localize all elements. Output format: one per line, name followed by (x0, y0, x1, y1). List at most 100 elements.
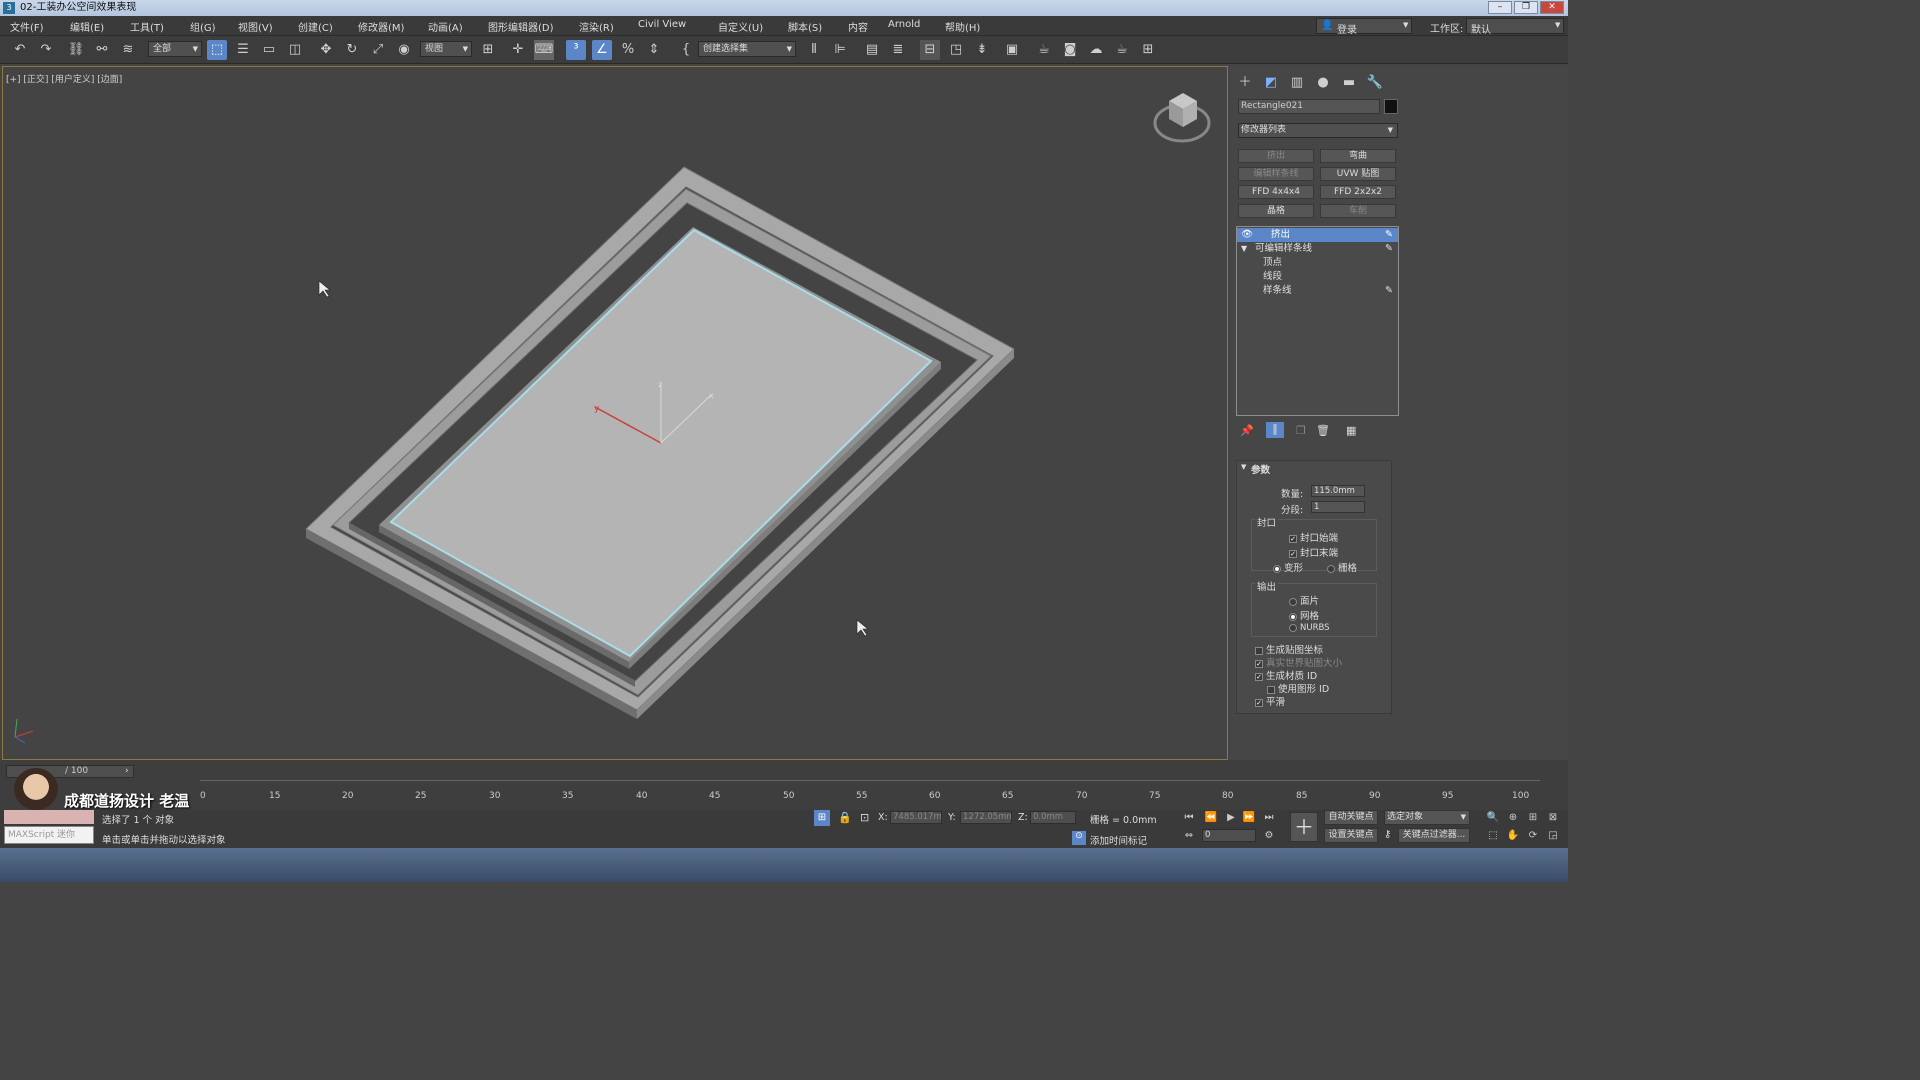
render-setup-icon[interactable]: ▣ (1002, 40, 1022, 60)
field-of-view-icon[interactable]: ⬚ (1486, 829, 1500, 843)
menu-customize[interactable]: 自定义(U) (718, 19, 763, 34)
render-iterative-icon[interactable]: ☁ (1086, 40, 1106, 60)
menu-edit[interactable]: 编辑(E) (70, 19, 104, 34)
align-icon[interactable]: ⊫ (830, 40, 850, 60)
remove-modifier-icon[interactable]: 🗑 (1316, 424, 1330, 437)
hierarchy-tab-icon[interactable]: ▥ (1288, 74, 1306, 92)
viewport-label[interactable]: [+] [正交] [用户定义] [边面] (6, 72, 122, 85)
mesh-radio[interactable]: 网格 (1289, 608, 1319, 622)
bind-spacewarp-icon[interactable]: ≋ (118, 40, 138, 60)
add-time-tag[interactable]: 添加时间标记 (1090, 833, 1147, 847)
collapse-icon[interactable]: ▼ (1241, 463, 1246, 471)
smooth-checkbox[interactable]: ✓ 平滑 (1255, 694, 1285, 708)
modify-tab-icon[interactable]: ◩ (1262, 74, 1280, 92)
ffd-444-button[interactable]: FFD 4x4x4 (1238, 185, 1314, 199)
menu-rendering[interactable]: 渲染(R) (579, 19, 614, 34)
pin-stack-icon[interactable]: 📌 (1240, 424, 1254, 437)
auto-key-button[interactable]: 自动关键点 (1324, 810, 1378, 825)
perspective-viewport[interactable]: y z x (2, 66, 1228, 760)
lattice-button[interactable]: 晶格 (1238, 204, 1314, 218)
schematic-view-icon[interactable]: ◳ (946, 40, 966, 60)
spinner-snap-icon[interactable]: ⇕ (644, 40, 664, 60)
menu-scripting[interactable]: 脚本(S) (788, 19, 822, 34)
cap-start-checkbox[interactable]: ✓ 封口始端 (1289, 530, 1338, 544)
key-mode-icon[interactable]: ⇔ (1182, 829, 1196, 843)
cap-end-checkbox[interactable]: ✓ 封口末端 (1289, 545, 1338, 559)
stack-item-editable-spline[interactable]: ▼ 可编辑样条线 ✎ (1237, 242, 1398, 256)
curve-editor-icon[interactable]: ⊟ (920, 40, 940, 60)
extrude-button[interactable]: 挤出 (1238, 149, 1314, 163)
goto-start-icon[interactable]: ⏮ (1182, 811, 1196, 825)
menu-modifiers[interactable]: 修改器(M) (358, 19, 404, 34)
rect-selection-icon[interactable]: ▭ (259, 40, 279, 60)
x-coord-field[interactable]: 7485.017m (890, 811, 942, 824)
amount-spinner[interactable]: 115.0mm (1311, 485, 1365, 497)
menu-view[interactable]: 视图(V) (238, 19, 273, 34)
script-listener-pink[interactable] (4, 810, 94, 824)
grid-radio[interactable]: 栅格 (1327, 560, 1357, 574)
menu-animation[interactable]: 动画(A) (428, 19, 463, 34)
absolute-mode-icon[interactable]: ⊡ (860, 811, 869, 824)
next-frame-play-icon[interactable]: ⏩ (1242, 811, 1256, 825)
modifier-list-dropdown[interactable]: 修改器列表 ▼ (1238, 123, 1398, 138)
utilities-tab-icon[interactable]: 🔧 (1366, 74, 1384, 92)
angle-snap-icon[interactable]: ∠ (592, 40, 612, 60)
pivot-center-icon[interactable]: ⊞ (478, 40, 498, 60)
ref-coord-dropdown[interactable]: 视图 ▼ (420, 41, 472, 57)
ribbon-icon[interactable]: ≣ (888, 40, 908, 60)
expand-icon[interactable]: ▼ (1241, 242, 1247, 256)
zoom-icon[interactable]: 🔍 (1486, 811, 1500, 825)
isolate-selection-icon[interactable]: ⊞ (814, 810, 830, 826)
show-end-result-icon[interactable]: ‖ (1266, 422, 1284, 438)
stack-item-spline[interactable]: 样条线 ✎ (1237, 284, 1398, 298)
place-icon[interactable]: ◉ (394, 40, 414, 60)
select-object-icon[interactable]: ⬚ (207, 40, 227, 60)
eye-icon[interactable]: 👁 (1241, 228, 1253, 242)
next-frame-icon[interactable]: › (125, 766, 129, 776)
percent-snap-icon[interactable]: % (618, 40, 638, 60)
goto-end-icon[interactable]: ⏭ (1262, 811, 1276, 825)
named-selection-dropdown[interactable]: 创建选择集 ▼ (698, 41, 796, 57)
orbit-icon[interactable]: ⟳ (1526, 829, 1540, 843)
time-config-icon[interactable]: ⚙ (1262, 829, 1276, 843)
scale-icon[interactable]: ⤢ (368, 40, 388, 60)
menu-file[interactable]: 文件(F) (10, 19, 44, 34)
current-frame-field[interactable]: 0 (1202, 829, 1256, 842)
render-production-icon[interactable]: ◙ (1060, 40, 1080, 60)
track-bar[interactable] (200, 780, 1540, 802)
uvw-map-button[interactable]: UVW 贴图 (1320, 167, 1396, 181)
menu-graph-editors[interactable]: 图形编辑器(D) (488, 19, 554, 34)
menu-help[interactable]: 帮助(H) (945, 19, 980, 34)
mirror-icon[interactable]: ⫴ (804, 40, 824, 60)
morph-radio[interactable]: 变形 (1273, 560, 1303, 574)
lock-icon[interactable]: 🔒 (838, 811, 852, 824)
edit-spline-button[interactable]: 编辑样条线 (1238, 167, 1314, 181)
menu-create[interactable]: 创建(C) (298, 19, 333, 34)
set-key-button[interactable]: 设置关键点 (1324, 828, 1378, 843)
unlink-icon[interactable]: ⚯ (92, 40, 112, 60)
menu-arnold[interactable]: Arnold (888, 19, 920, 30)
close-button[interactable]: ✕ (1540, 1, 1564, 14)
make-unique-icon[interactable]: ❐ (1296, 424, 1306, 437)
zoom-all-icon[interactable]: ⊕ (1506, 811, 1520, 825)
snaps-toggle-icon[interactable]: ³ (566, 40, 586, 60)
rotate-icon[interactable]: ↻ (342, 40, 362, 60)
pan-icon[interactable]: ✋ (1506, 829, 1520, 843)
selection-filter-dropdown[interactable]: 全部 ▼ (148, 41, 202, 57)
select-by-name-icon[interactable]: ☰ (233, 40, 253, 60)
stack-item-extrude[interactable]: 👁 挤出 ✎ (1237, 228, 1398, 242)
key-filters-button[interactable]: 关键点过滤器... (1398, 828, 1470, 843)
object-color-swatch[interactable] (1384, 99, 1398, 114)
window-crossing-icon[interactable]: ◫ (285, 40, 305, 60)
use-shape-id-checkbox[interactable]: 使用图形 ID (1267, 681, 1329, 695)
play-icon[interactable]: ▶ (1224, 811, 1238, 825)
bend-button[interactable]: 弯曲 (1320, 149, 1396, 163)
menu-civil-view[interactable]: Civil View (638, 19, 686, 30)
selected-object-dropdown[interactable]: 选定对象 ▼ (1384, 810, 1470, 825)
viewcube-icon[interactable] (1153, 93, 1211, 143)
material-editor-icon[interactable]: ⇟ (972, 40, 992, 60)
rollout-title[interactable]: 参数 (1251, 462, 1270, 476)
prev-frame-icon[interactable]: ⏪ (1204, 811, 1218, 825)
render-frame-icon[interactable]: ☕ (1034, 40, 1054, 60)
nurbs-radio[interactable]: NURBS (1289, 623, 1330, 633)
